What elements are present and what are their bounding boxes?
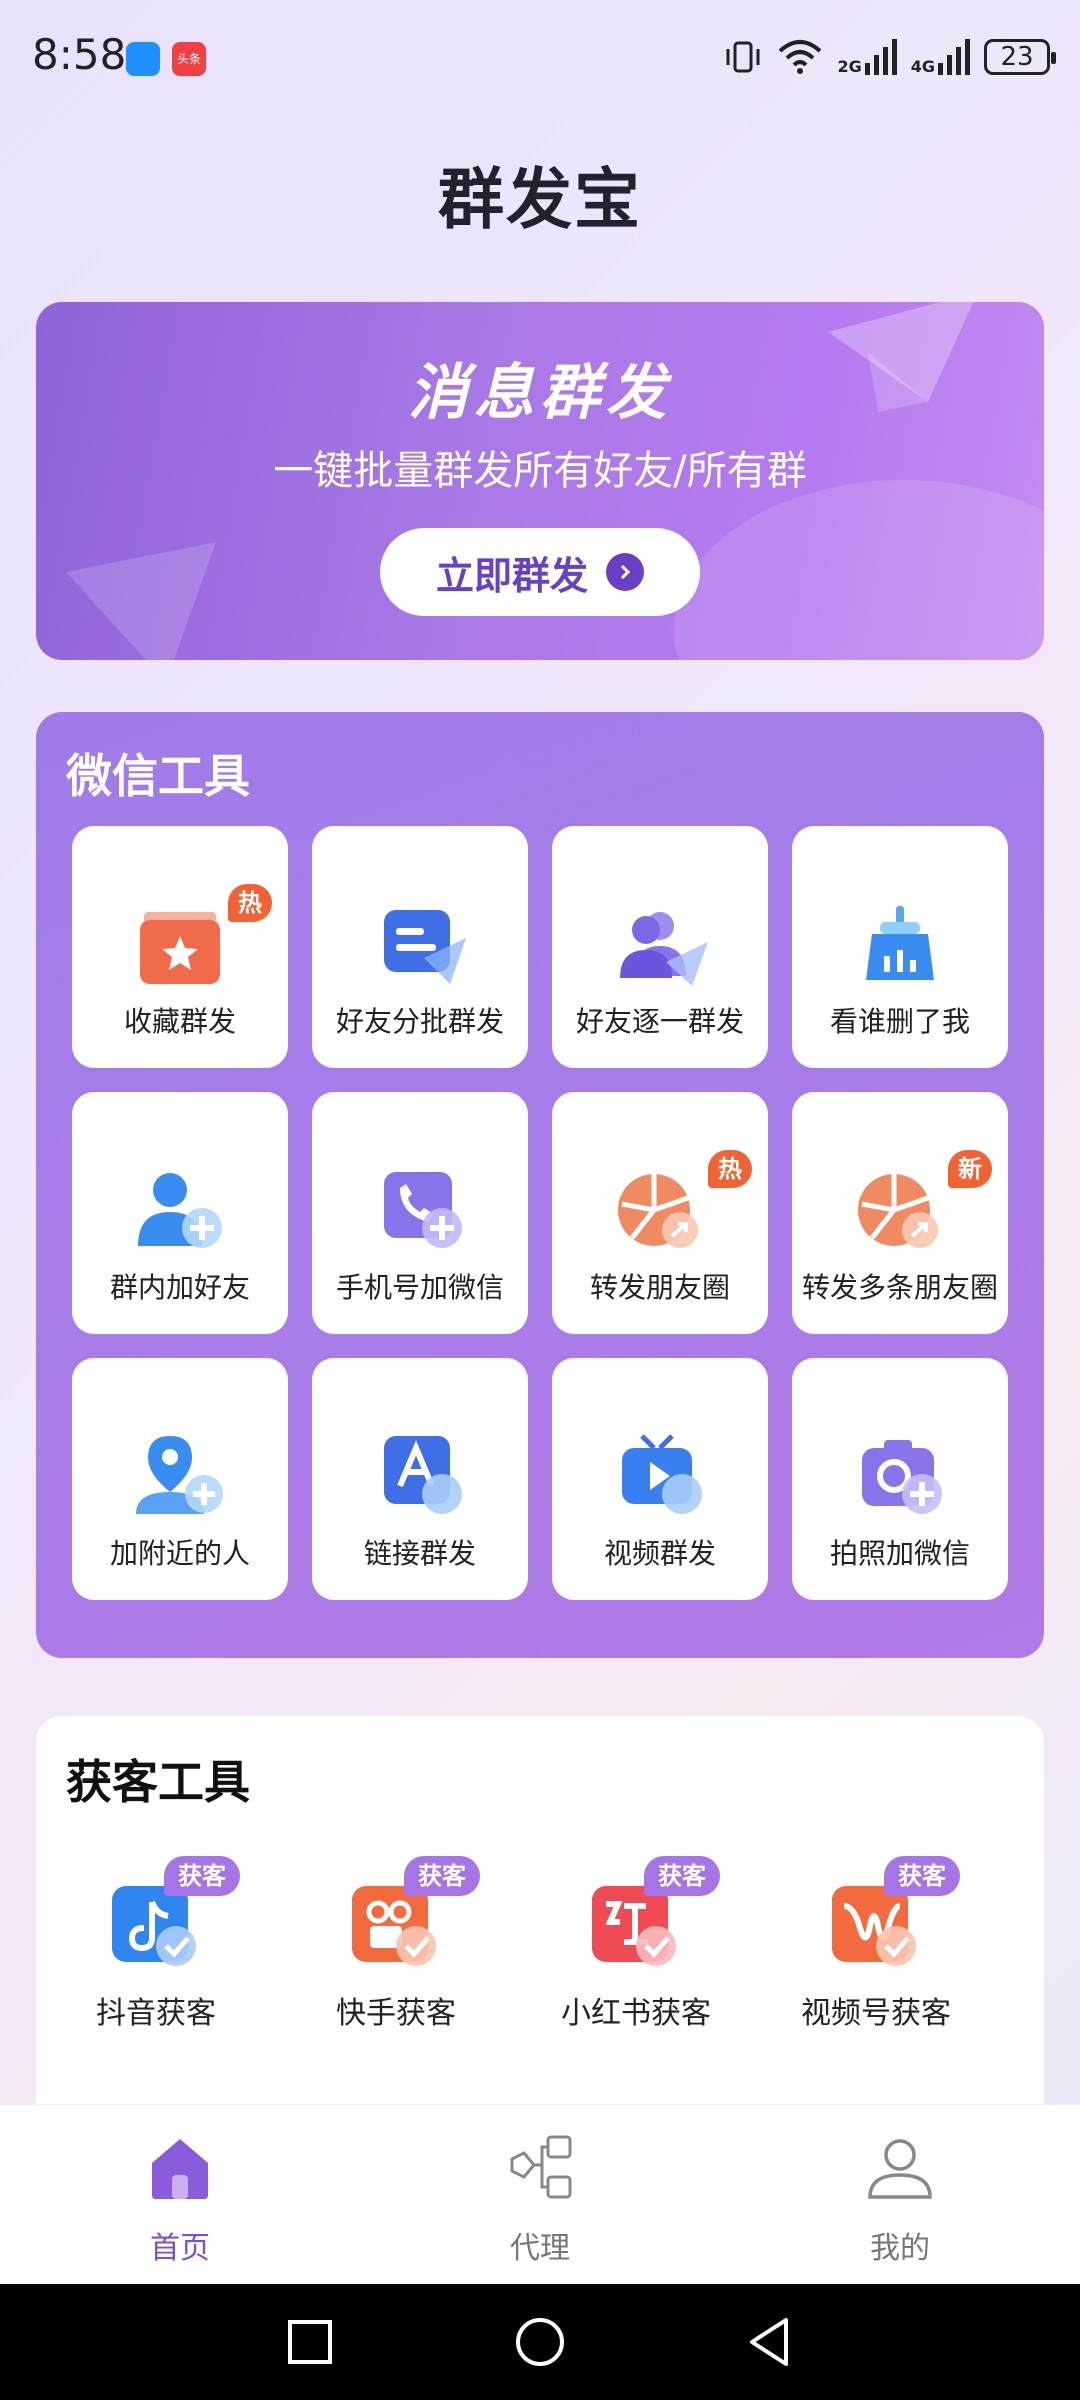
banner-subtitle: 一键批量群发所有好友/所有群 [273,448,807,494]
tool-label: 转发朋友圈 [589,1271,730,1304]
tool-label: 抖音获客 [96,1996,216,2031]
recents-button[interactable] [280,2312,340,2372]
acquire-badge: 获客 [404,1856,480,1896]
send-now-label: 立即群发 [435,553,588,598]
vibrate-icon [726,41,760,73]
tool-photo-add-wechat[interactable]: 拍照加微信 [792,1358,1008,1600]
user-icon [868,2139,932,2199]
back-button[interactable] [740,2312,800,2372]
tool-video-send[interactable]: 视频群发 [552,1358,768,1600]
favorite-folder-icon [140,912,220,984]
wechat-tools-title: 微信工具 [66,749,250,803]
hot-badge: 热 [708,1150,752,1188]
nav-home[interactable]: 首页 [30,2105,330,2285]
home-icon [152,2139,208,2199]
nav-agent[interactable]: 代理 [390,2105,690,2285]
bottom-nav: 首页 代理 我的 [0,2104,1080,2284]
tool-xiaohongshu-acquire[interactable]: 获客 小红书获客 [516,1826,756,2031]
tool-label: 转发多条朋友圈 [801,1271,998,1304]
tool-batch-send[interactable]: 好友分批群发 [312,826,528,1068]
message-app-icon [126,42,160,76]
tool-label: 快手获客 [336,1996,456,2031]
tool-forward-moments[interactable]: 热 转发朋友圈 [552,1092,768,1334]
page-title: 群发宝 [438,161,642,238]
acquire-badge: 获客 [884,1856,960,1896]
signal-bars-icon [938,39,970,75]
acquire-badge: 获客 [164,1856,240,1896]
banner-decoration [674,480,1044,660]
tool-kuaishou-acquire[interactable]: 获客 快手获客 [276,1826,516,2031]
sweep-check-icon [866,906,934,980]
chevron-right-icon [606,553,644,591]
camera-add-icon [862,1440,942,1514]
tool-label: 手机号加微信 [335,1271,504,1304]
customer-tools-panel: 获客工具 获客 抖音获客 获客 快手获客 获客 小红书获客 获客 视频号获客 [36,1716,1044,2136]
wechat-tools-panel: 微信工具 热 收藏群发 好友分批群发 好友逐一群发 看谁删了我 群内加好友 手机… [36,712,1044,1658]
toutiao-app-icon: 头条 [172,42,206,76]
tool-label: 收藏群发 [123,1005,236,1038]
tool-phone-add-wechat[interactable]: 手机号加微信 [312,1092,528,1334]
hot-badge: 热 [228,884,272,922]
nav-profile[interactable]: 我的 [750,2105,1050,2285]
signal-4g: 4G [911,39,970,75]
nearby-people-icon [136,1436,223,1514]
batch-send-icon [384,910,466,984]
tool-label: 链接群发 [363,1537,476,1570]
wifi-icon [779,40,822,74]
nav-profile-label: 我的 [870,2231,930,2266]
friends-send-icon [620,912,708,986]
mass-send-banner[interactable]: 消息群发 一键批量群发所有好友/所有群 立即群发 [36,302,1044,660]
signal-2g: 2G [837,39,897,75]
tool-link-send[interactable]: 链接群发 [312,1358,528,1600]
nav-agent-label: 代理 [510,2231,570,2266]
video-send-icon [622,1434,702,1514]
tool-favorite-send[interactable]: 热 收藏群发 [72,826,288,1068]
tool-label: 加附近的人 [109,1537,250,1570]
nav-home-label: 首页 [150,2231,210,2266]
tool-label: 视频号获客 [801,1996,951,2031]
banner-title: 消息群发 [408,358,672,428]
tool-label: 小红书获客 [561,1996,711,2031]
network-icon [510,2135,572,2199]
battery-indicator: 23 [984,39,1056,75]
tool-one-by-one-send[interactable]: 好友逐一群发 [552,826,768,1068]
paper-plane-icon [66,542,216,660]
add-friend-icon [138,1173,222,1248]
tool-nearby-people[interactable]: 加附近的人 [72,1358,288,1600]
tool-forward-multi-moments[interactable]: 新 转发多条朋友圈 [792,1092,1008,1334]
acquire-badge: 获客 [644,1856,720,1896]
system-navigation-bar [0,2284,1080,2400]
home-button[interactable] [510,2312,570,2372]
customer-tools-title: 获客工具 [66,1755,250,1809]
phone-add-icon [384,1172,462,1248]
tool-label: 拍照加微信 [829,1537,970,1570]
tool-group-add-friend[interactable]: 群内加好友 [72,1092,288,1334]
moments-forward-icon [618,1174,698,1248]
status-bar: 8:58 头条 2G 4G 23 [0,0,1080,116]
tool-label: 好友逐一群发 [575,1005,744,1038]
new-badge: 新 [948,1150,992,1188]
status-time: 8:58 [32,30,127,79]
tool-label: 好友分批群发 [335,1005,504,1038]
tool-label: 视频群发 [603,1537,716,1570]
signal-bars-icon [864,39,897,75]
link-send-icon [384,1436,462,1514]
tool-douyin-acquire[interactable]: 获客 抖音获客 [36,1826,276,2031]
moments-multi-forward-icon [858,1174,938,1248]
tool-channels-acquire[interactable]: 获客 视频号获客 [756,1826,996,2031]
tool-who-deleted-me[interactable]: 看谁删了我 [792,826,1008,1068]
send-now-button[interactable]: 立即群发 [380,528,700,616]
tool-label: 群内加好友 [109,1271,250,1304]
tool-label: 看谁删了我 [829,1005,970,1038]
